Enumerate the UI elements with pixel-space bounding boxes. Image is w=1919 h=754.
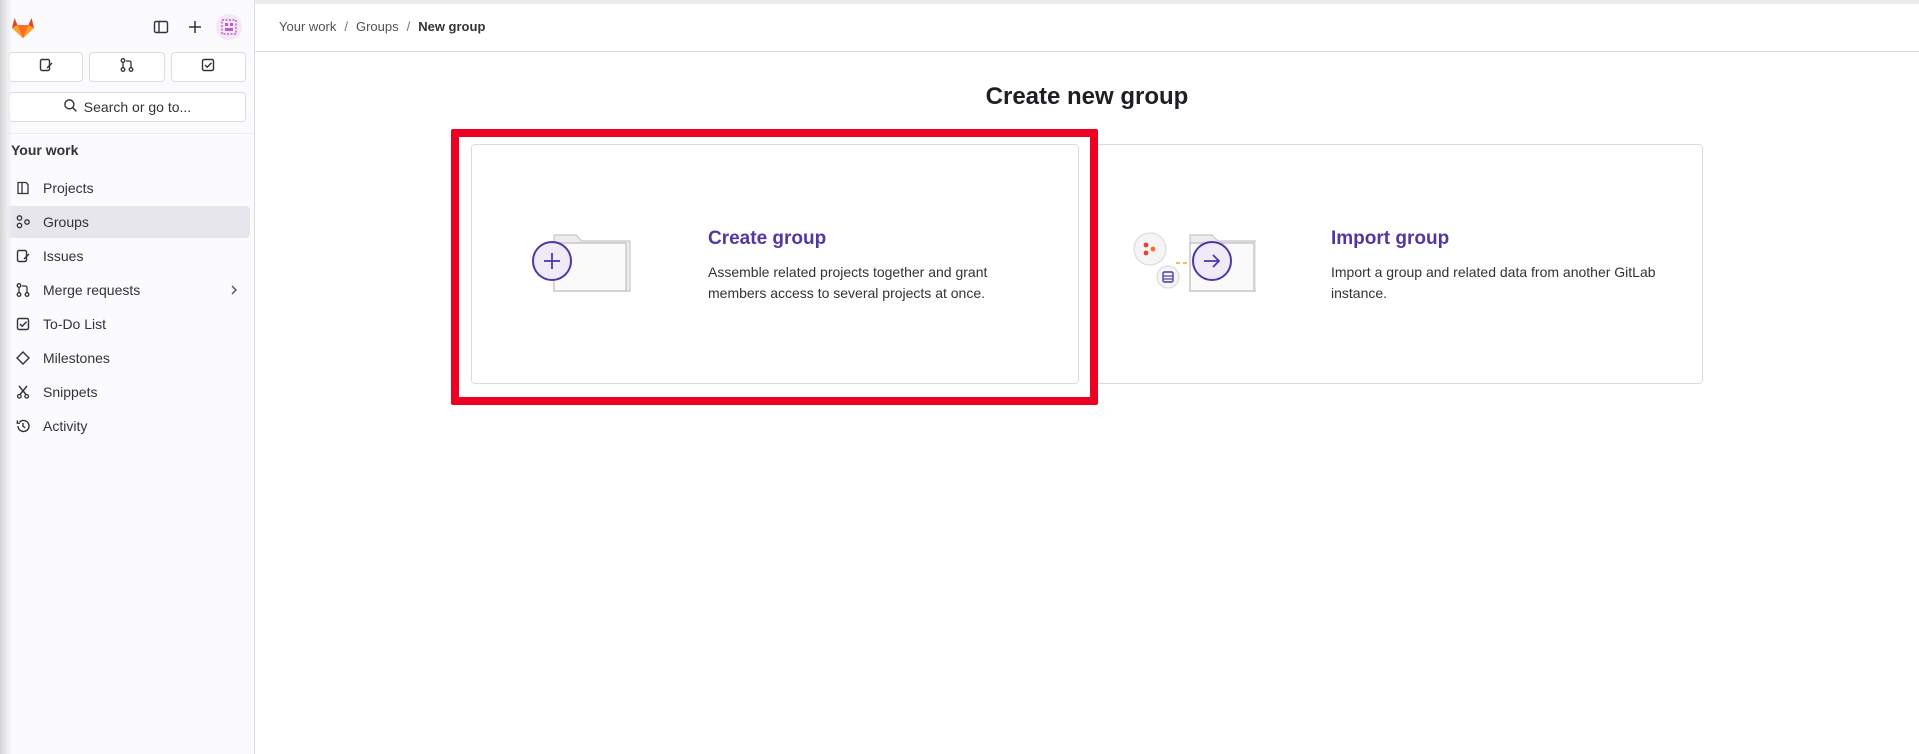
create-group-description: Assemble related projects together and g… xyxy=(708,264,988,301)
page-title: Create new group xyxy=(985,83,1189,110)
sidebar-item-label: Milestones xyxy=(43,350,110,366)
top-bar: Your work / Groups / New group xyxy=(255,0,1919,52)
history-icon xyxy=(15,418,31,434)
todo-items-button[interactable] xyxy=(170,52,246,82)
import-group-card[interactable]: Import group Import a group and related … xyxy=(1095,144,1703,384)
merge-requests-button[interactable] xyxy=(89,52,165,82)
sidebar-item-label: Projects xyxy=(43,180,94,196)
project-icon xyxy=(15,180,31,196)
sidebar-section-title: Your work xyxy=(11,142,79,158)
sidebar-item-snippets[interactable]: Snippets xyxy=(6,376,250,408)
import-group-title[interactable]: Import group xyxy=(1331,228,1449,250)
sidebar-item-label: Activity xyxy=(43,418,88,434)
breadcrumb: Your work / Groups / New group xyxy=(279,19,485,34)
breadcrumb-current: New group xyxy=(418,19,486,34)
sidebar-item-projects[interactable]: Projects xyxy=(6,172,250,204)
todo-icon xyxy=(15,316,31,332)
sidebar-header xyxy=(0,0,254,54)
sidebar-item-groups[interactable]: Groups xyxy=(2,206,250,238)
breadcrumb-separator: / xyxy=(344,19,348,34)
create-group-title[interactable]: Create group xyxy=(708,228,826,250)
sidebar-divider xyxy=(0,133,254,134)
sidebar-item-todo-list[interactable]: To-Do List xyxy=(6,308,250,340)
create-group-card[interactable]: Create group Assemble related projects t… xyxy=(471,144,1079,384)
breadcrumb-separator: / xyxy=(406,19,411,34)
group-icon xyxy=(15,214,31,230)
import-group-description: Import a group and related data from ano… xyxy=(1331,264,1656,301)
create-new-icon[interactable] xyxy=(182,14,208,40)
merge-request-icon xyxy=(15,282,31,298)
sidebar: Search or go to... Your work Projects Gr… xyxy=(0,0,255,754)
quick-actions xyxy=(8,52,246,82)
sidebar-item-label: Groups xyxy=(43,214,89,230)
sidebar-item-milestones[interactable]: Milestones xyxy=(6,342,250,374)
search-button[interactable]: Search or go to... xyxy=(8,92,246,122)
create-group-illustration xyxy=(532,231,636,308)
sidebar-nav: Projects Groups Issues Merge requests To… xyxy=(0,172,254,444)
sidebar-item-issues[interactable]: Issues xyxy=(6,240,250,272)
window-edge-shadow xyxy=(0,0,12,754)
todo-icon xyxy=(200,57,216,78)
search-icon xyxy=(63,98,78,116)
search-button-label: Search or go to... xyxy=(83,99,192,115)
sidebar-item-label: Issues xyxy=(43,248,84,264)
breadcrumb-groups[interactable]: Groups xyxy=(356,19,399,34)
import-group-illustration xyxy=(1132,231,1259,308)
breadcrumb-your-work[interactable]: Your work xyxy=(279,19,336,34)
sidebar-item-activity[interactable]: Activity xyxy=(6,410,250,442)
chevron-right-icon xyxy=(228,283,240,300)
sidebar-item-label: Merge requests xyxy=(43,282,141,298)
sidebar-item-label: Snippets xyxy=(43,384,98,400)
sidebar-item-merge-requests[interactable]: Merge requests xyxy=(6,274,250,306)
issues-icon xyxy=(38,57,54,78)
user-avatar[interactable] xyxy=(216,14,242,40)
sidebar-item-label: To-Do List xyxy=(43,316,107,332)
toggle-sidebar-icon[interactable] xyxy=(148,14,174,40)
merge-request-icon xyxy=(119,57,135,78)
gitlab-logo-icon[interactable] xyxy=(10,14,36,40)
snippet-icon xyxy=(15,384,31,400)
issues-icon xyxy=(15,248,31,264)
milestone-icon xyxy=(15,350,31,366)
assigned-issues-button[interactable] xyxy=(8,52,84,82)
